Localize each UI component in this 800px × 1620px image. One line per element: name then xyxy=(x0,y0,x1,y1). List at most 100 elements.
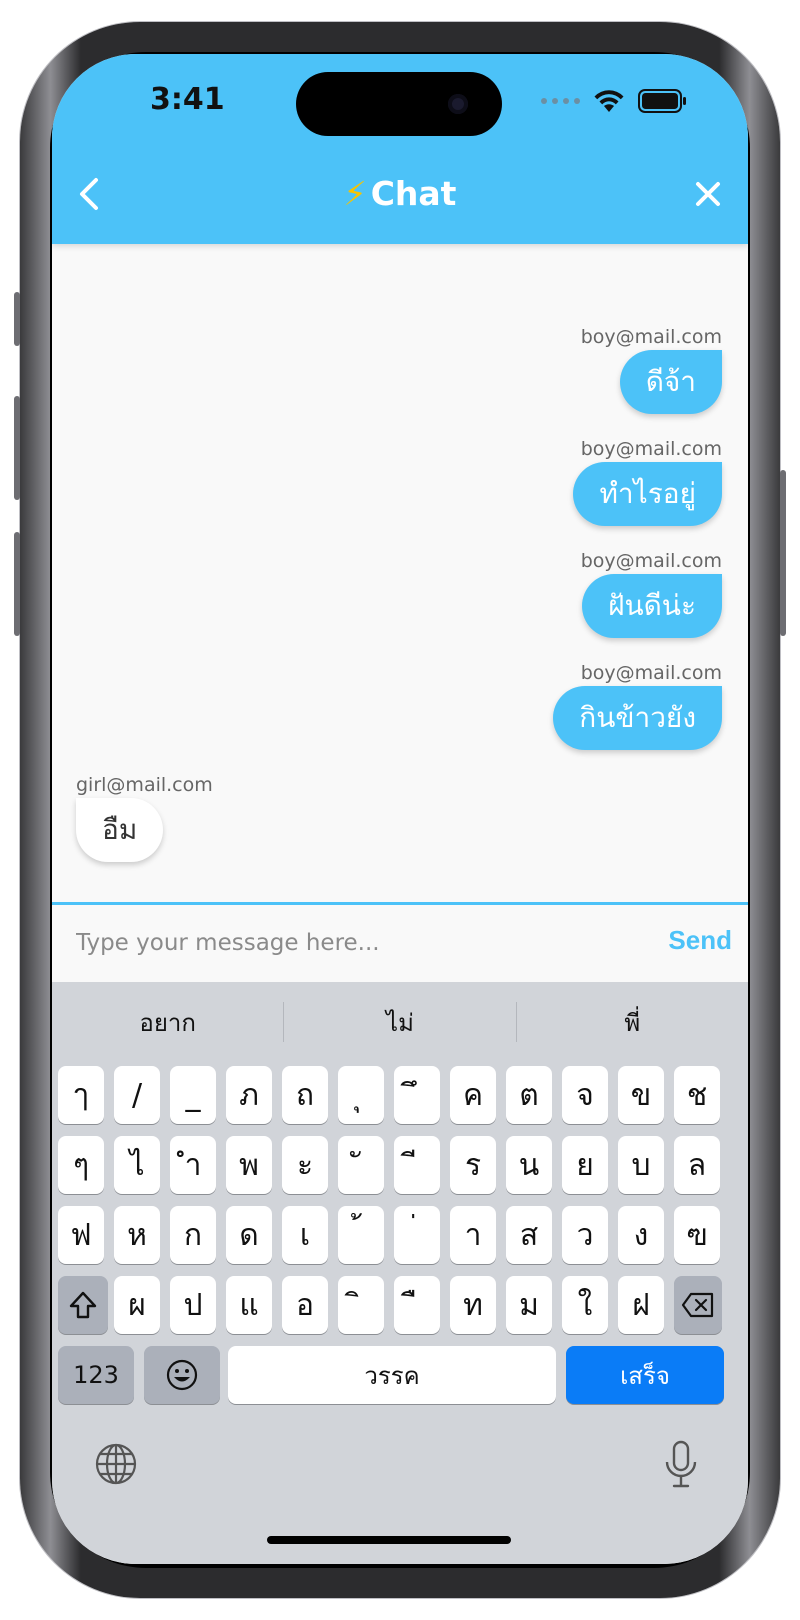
key-row-5: 123 วรรค เสร็จ xyxy=(58,1346,724,1404)
key[interactable]: า xyxy=(450,1206,496,1264)
power-button xyxy=(780,470,786,636)
message-item: boy@mail.com ฝันดีน่ะ xyxy=(581,550,722,638)
message-bubble: ทำไรอยู่ xyxy=(573,462,722,526)
key[interactable]: ข xyxy=(618,1066,664,1124)
page-title-text: Chat xyxy=(370,174,457,213)
suggestion-item[interactable]: ไม่ xyxy=(284,1003,515,1042)
dynamic-island xyxy=(296,72,502,136)
key[interactable]: ื xyxy=(394,1276,440,1334)
screen: 3:41 ⚡ Chat boy@mail.com ดีจ้า boy@mail.c… xyxy=(52,54,748,1564)
key[interactable]: ๆ xyxy=(58,1136,104,1194)
key[interactable]: ี xyxy=(394,1136,440,1194)
signal-icon xyxy=(541,98,580,104)
status-icons xyxy=(541,88,688,114)
key-row-3: ฟ ห ก ด เ ้ ่ า ส ว ง ฃ xyxy=(58,1206,724,1264)
close-button[interactable] xyxy=(688,174,728,214)
message-item: girl@mail.com อืม xyxy=(76,774,213,862)
key[interactable]: _ xyxy=(170,1066,216,1124)
message-sender: boy@mail.com xyxy=(580,550,722,572)
message-bubble: ฝันดีน่ะ xyxy=(582,574,722,638)
suggestion-item[interactable]: อยาก xyxy=(52,1003,283,1042)
key[interactable]: ว xyxy=(562,1206,608,1264)
key[interactable]: ต xyxy=(506,1066,552,1124)
key[interactable]: เ xyxy=(282,1206,328,1264)
camera-icon xyxy=(448,94,468,114)
key[interactable]: ง xyxy=(618,1206,664,1264)
close-icon xyxy=(696,182,720,206)
key[interactable]: พ xyxy=(226,1136,272,1194)
key[interactable]: ๅ xyxy=(58,1066,104,1124)
key[interactable]: แ xyxy=(226,1276,272,1334)
key[interactable]: ิ xyxy=(338,1276,384,1334)
key[interactable]: ั xyxy=(338,1136,384,1194)
key[interactable]: อ xyxy=(282,1276,328,1334)
key[interactable]: ฟ xyxy=(58,1206,104,1264)
key[interactable]: ผ xyxy=(114,1276,160,1334)
key[interactable]: / xyxy=(114,1066,160,1124)
key[interactable]: ฃ xyxy=(674,1206,720,1264)
suggestion-bar: อยาก ไม่ พี่ xyxy=(52,982,748,1062)
key[interactable]: ส xyxy=(506,1206,552,1264)
key[interactable]: ล xyxy=(674,1136,720,1194)
key[interactable]: ้ xyxy=(338,1206,384,1264)
app-header: 3:41 ⚡ Chat xyxy=(52,54,748,244)
numbers-key[interactable]: 123 xyxy=(58,1346,134,1404)
shift-key[interactable] xyxy=(58,1276,108,1334)
globe-icon[interactable] xyxy=(94,1442,138,1486)
key[interactable]: ร xyxy=(450,1136,496,1194)
message-bubble: ดีจ้า xyxy=(619,350,722,414)
message-item: boy@mail.com กินข้าวยัง xyxy=(553,662,722,750)
key[interactable]: ช xyxy=(674,1066,720,1124)
key[interactable]: ท xyxy=(450,1276,496,1334)
key[interactable]: ย xyxy=(562,1136,608,1194)
space-key[interactable]: วรรค xyxy=(228,1346,556,1404)
key[interactable]: ด xyxy=(226,1206,272,1264)
key-row-4: ผ ป แ อ ิ ื ท ม ใ ฝ xyxy=(58,1276,724,1334)
message-sender: boy@mail.com xyxy=(580,438,722,460)
key-row-2: ๆ ไ ำ พ ะ ั ี ร น ย บ ล xyxy=(58,1136,724,1194)
page-title: ⚡ Chat xyxy=(52,174,748,213)
key[interactable]: ม xyxy=(506,1276,552,1334)
suggestion-item[interactable]: พี่ xyxy=(517,1003,748,1042)
emoji-icon xyxy=(166,1359,198,1391)
key[interactable]: ำ xyxy=(170,1136,216,1194)
key[interactable]: ึ xyxy=(394,1066,440,1124)
shift-icon xyxy=(69,1291,97,1319)
message-item: boy@mail.com ทำไรอยู่ xyxy=(573,438,722,526)
battery-icon xyxy=(638,89,688,113)
message-composer: Send xyxy=(52,902,748,982)
status-time: 3:41 xyxy=(150,82,225,117)
key[interactable]: จ xyxy=(562,1066,608,1124)
key[interactable]: ะ xyxy=(282,1136,328,1194)
lightning-icon: ⚡ xyxy=(343,174,367,213)
message-bubble: กินข้าวยัง xyxy=(553,686,722,750)
key[interactable]: ุ xyxy=(338,1066,384,1124)
key[interactable]: ค xyxy=(450,1066,496,1124)
home-indicator[interactable] xyxy=(267,1536,511,1544)
key[interactable]: ป xyxy=(170,1276,216,1334)
message-list: boy@mail.com ดีจ้า boy@mail.com ทำไรอยู่… xyxy=(52,244,748,912)
message-item: boy@mail.com ดีจ้า xyxy=(581,326,722,414)
microphone-icon[interactable] xyxy=(664,1440,698,1490)
message-sender: girl@mail.com xyxy=(76,774,213,796)
key[interactable]: บ xyxy=(618,1136,664,1194)
key[interactable]: ไ xyxy=(114,1136,160,1194)
key[interactable]: ่ xyxy=(394,1206,440,1264)
key[interactable]: ฝ xyxy=(618,1276,664,1334)
backspace-icon xyxy=(681,1292,714,1318)
keyboard: อยาก ไม่ พี่ ๅ / _ ภ ถ ุ ึ ค ต จ ข ช ๆ ไ… xyxy=(52,982,748,1564)
key[interactable]: ห xyxy=(114,1206,160,1264)
key[interactable]: น xyxy=(506,1136,552,1194)
key[interactable]: ถ xyxy=(282,1066,328,1124)
message-input[interactable] xyxy=(76,921,616,965)
send-button[interactable]: Send xyxy=(668,925,732,956)
emoji-key[interactable] xyxy=(144,1346,220,1404)
key[interactable]: ก xyxy=(170,1206,216,1264)
done-key[interactable]: เสร็จ xyxy=(566,1346,724,1404)
key[interactable]: ภ xyxy=(226,1066,272,1124)
action-button xyxy=(14,292,20,346)
key[interactable]: ใ xyxy=(562,1276,608,1334)
message-sender: boy@mail.com xyxy=(580,662,722,684)
delete-key[interactable] xyxy=(674,1276,722,1334)
message-sender: boy@mail.com xyxy=(580,326,722,348)
